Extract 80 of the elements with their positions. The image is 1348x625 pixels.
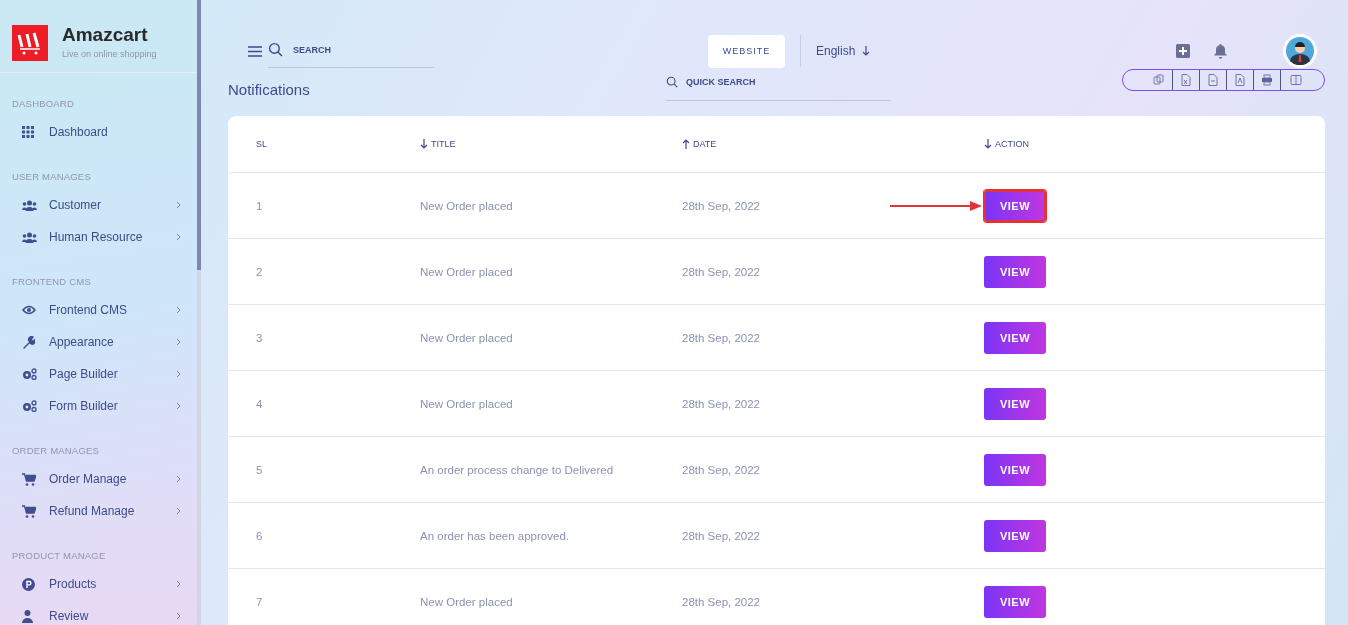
table-cell: New Order placed [420,595,513,608]
sidebar-item[interactable]: Appearance [0,326,197,358]
section-heading: ORDER MANAGES [11,444,101,458]
pdf-icon [1234,74,1246,86]
sidebar-item[interactable]: Frontend CMS [0,294,197,326]
view-button[interactable]: VIEW [984,585,1046,618]
cart-icon [22,472,36,486]
copy-icon [1152,74,1165,86]
section-heading: USER MANAGES [11,170,92,184]
table-cell: 4 [256,397,263,410]
section-heading: PRODUCT MANAGE [11,549,107,563]
brand-name: Amazcart [62,23,149,46]
column-header[interactable]: TITLE [420,139,456,149]
view-button[interactable]: VIEW [984,321,1046,354]
spreadsheet-icon [1180,74,1192,86]
table-cell: 28th Sep, 2022 [682,331,760,344]
user-icon [22,609,33,623]
sidebar-item[interactable]: Review [0,600,197,625]
language-selector[interactable]: English [816,44,871,58]
view-button[interactable]: VIEW [984,255,1046,288]
plus-icon[interactable] [1176,44,1190,58]
gears-icon [22,400,37,412]
sidebar-item[interactable]: Human Resource [0,221,197,253]
section-heading: FRONTEND CMS [11,275,92,289]
grid-icon [22,126,34,138]
brand-tagline: Live on online shopping [62,48,157,59]
column-header[interactable]: ACTION [984,139,1029,149]
table-cell: 28th Sep, 2022 [682,529,760,542]
table-cell: 28th Sep, 2022 [682,595,760,608]
sidebar-item[interactable]: Dashboard [0,116,197,148]
users-icon [22,231,37,243]
section-heading: DASHBOARD [11,97,75,111]
cart-icon [22,504,36,518]
table-cell: New Order placed [420,265,513,278]
view-button[interactable]: VIEW [984,387,1046,420]
table-cell: 5 [256,463,263,476]
table-cell: 28th Sep, 2022 [682,199,760,212]
quick-search-field[interactable]: QUICK SEARCH [686,76,891,87]
table-cell: 2 [256,265,263,278]
search-icon [666,75,678,88]
table-cell: 6 [256,529,263,542]
table-cell: 1 [256,199,263,212]
table-cell: An order process change to Delivered [420,463,614,476]
table-cell: 28th Sep, 2022 [682,265,760,278]
view-button[interactable]: VIEW [984,189,1046,222]
p-circle-icon [22,577,35,591]
columns-icon [1289,74,1302,86]
table-cell: New Order placed [420,199,513,212]
sidebar-item[interactable]: Customer [0,189,197,221]
sidebar-item[interactable]: Products [0,568,197,600]
menu-icon[interactable] [248,45,262,57]
table-cell: 28th Sep, 2022 [682,463,760,476]
sidebar-item[interactable]: Form Builder [0,390,197,422]
document-icon [1207,74,1219,86]
avatar[interactable] [1283,34,1317,68]
view-button[interactable]: VIEW [984,519,1046,552]
search-field[interactable]: SEARCH [293,44,434,55]
table-cell: 28th Sep, 2022 [682,397,760,410]
sidebar-item[interactable]: Refund Manage [0,495,197,527]
down-arrow-icon [862,46,871,56]
users-icon [22,199,37,211]
view-button[interactable]: VIEW [984,453,1046,486]
column-header[interactable]: DATE [682,139,717,149]
website-button[interactable]: WEBSITE [708,34,785,68]
sidebar-item[interactable]: Order Manage [0,463,197,495]
column-header: SL [256,139,267,149]
table-cell: New Order placed [420,331,513,344]
wrench-icon [22,335,35,349]
page-title: Notifications [228,80,311,98]
gears-icon [22,368,37,380]
eye-icon [22,305,36,315]
user-silhouette-icon [1286,37,1314,65]
search-icon [268,42,283,57]
table-cell: An order has been approved. [420,529,569,542]
print-icon [1261,74,1273,86]
table-cell: New Order placed [420,397,513,410]
bell-icon[interactable] [1213,43,1228,59]
table-cell: 7 [256,595,263,608]
sidebar-item[interactable]: Page Builder [0,358,197,390]
table-cell: 3 [256,331,263,344]
